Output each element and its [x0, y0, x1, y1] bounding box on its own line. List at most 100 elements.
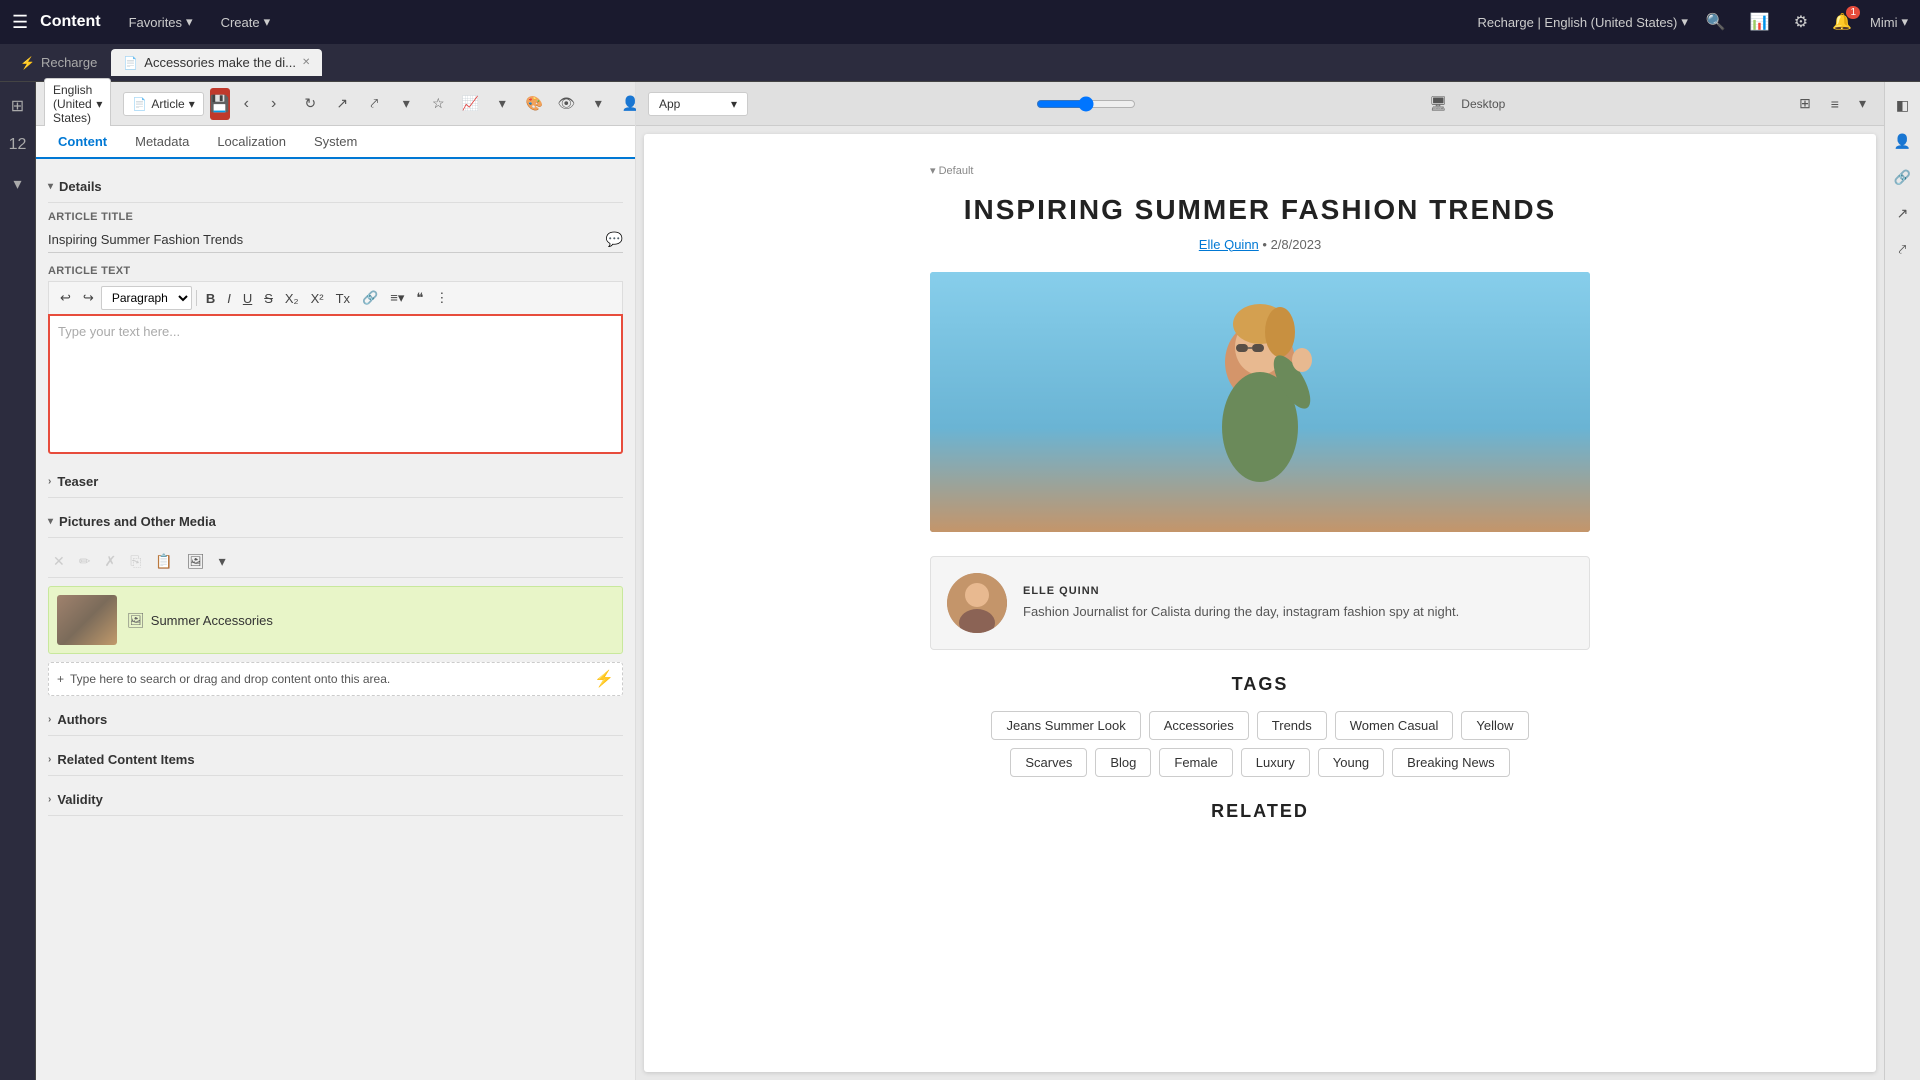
eye-icon[interactable]: 👁 [552, 90, 580, 118]
favorites-menu[interactable]: Favorites ▾ [121, 10, 201, 34]
preview-grid-icon[interactable]: ⊞ [1793, 91, 1817, 116]
tab-article-label: Accessories make the di... [144, 55, 296, 70]
tab-metadata[interactable]: Metadata [121, 126, 203, 159]
sidebar-chevron-icon[interactable]: ▾ [2, 168, 34, 200]
tag-young[interactable]: Young [1318, 748, 1384, 777]
next-arrow-button[interactable]: › [263, 91, 284, 117]
strikethrough-button[interactable]: S [259, 288, 278, 309]
tag-yellow[interactable]: Yellow [1461, 711, 1528, 740]
subscript-button[interactable]: X₂ [280, 288, 304, 309]
search-icon[interactable]: 🔍 [1700, 8, 1732, 36]
create-menu[interactable]: Create ▾ [213, 10, 279, 34]
media-type-icon: 🖼 [127, 612, 145, 629]
sidebar-grid-icon[interactable]: ⊞ [2, 90, 34, 122]
media-delete-button[interactable]: ✕ [48, 550, 70, 573]
authors-section-label: Authors [57, 712, 107, 727]
preview-hero-bg [930, 272, 1590, 532]
media-thumbnail [57, 595, 117, 645]
side-panel-icon-2[interactable]: 👤 [1888, 126, 1918, 156]
tag-women-casual[interactable]: Women Casual [1335, 711, 1454, 740]
collapse-arrow[interactable]: ▾ [930, 165, 936, 177]
side-panel-icon-1[interactable]: ◧ [1888, 90, 1918, 120]
tag-scarves[interactable]: Scarves [1010, 748, 1087, 777]
related-section-header[interactable]: › Related Content Items [48, 744, 623, 776]
tags-title: TAGS [930, 674, 1590, 695]
share-icon[interactable]: ⤤ [360, 90, 388, 118]
side-panel-icon-5[interactable]: ⤤ [1888, 234, 1918, 264]
site-selector[interactable]: Recharge | English (United States) ▾ [1477, 14, 1687, 30]
star-icon[interactable]: ☆ [424, 90, 452, 118]
zoom-slider[interactable] [1036, 96, 1136, 112]
app-title: Content [40, 13, 100, 31]
side-panel-icon-3[interactable]: 🔗 [1888, 162, 1918, 192]
underline-button[interactable]: U [238, 288, 257, 309]
teaser-section-header[interactable]: › Teaser [48, 466, 623, 498]
article-text-editor[interactable]: Type your text here... [48, 314, 623, 454]
quote-button[interactable]: ❝ [411, 287, 428, 309]
tag-luxury[interactable]: Luxury [1241, 748, 1310, 777]
save-button[interactable]: 💾 [210, 88, 230, 120]
user-menu[interactable]: Mimi ▾ [1870, 14, 1908, 30]
chart-icon[interactable]: 📈 [456, 90, 484, 118]
article-type-selector[interactable]: 📄 Article ▾ [123, 92, 203, 116]
link-button[interactable]: 🔗 [357, 287, 383, 309]
tag-blog[interactable]: Blog [1095, 748, 1151, 777]
comment-icon[interactable]: 💬 [606, 231, 623, 248]
tag-breaking-news[interactable]: Breaking News [1392, 748, 1509, 777]
analytics-icon[interactable]: 📊 [1744, 8, 1776, 36]
author-card-bio: Fashion Journalist for Calista during th… [1023, 603, 1573, 621]
details-section-header[interactable]: ▾ Details [48, 171, 623, 203]
editor-toolbar: English (United States) ▾ 📄 Article ▾ 💾 … [36, 82, 635, 126]
sidebar-number-icon[interactable]: 12 [2, 130, 34, 160]
export-icon[interactable]: ↗ [328, 90, 356, 118]
preview-author-link[interactable]: Elle Quinn [1199, 237, 1259, 252]
undo-button[interactable]: ↩ [55, 287, 76, 309]
refresh-icon[interactable]: ↻ [296, 90, 324, 118]
media-copy-button[interactable]: ⎘ [125, 550, 146, 573]
media-image-button[interactable]: 🖼 [182, 550, 210, 573]
media-section-header[interactable]: ▾ Pictures and Other Media [48, 506, 623, 538]
add-content-area[interactable]: + Type here to search or drag and drop c… [48, 662, 623, 696]
tag-trends[interactable]: Trends [1257, 711, 1327, 740]
chart-chevron-icon[interactable]: ▾ [488, 90, 516, 118]
side-panel-icon-4[interactable]: ↗ [1888, 198, 1918, 228]
language-selector[interactable]: English (United States) ▾ [44, 78, 111, 130]
content-area: ⊞ 12 ▾ English (United States) ▾ 📄 Artic… [0, 82, 1920, 1080]
clear-format-button[interactable]: Tx [331, 288, 355, 309]
media-paste-button[interactable]: 📋 [150, 550, 177, 573]
media-remove-button[interactable]: ✗ [99, 550, 121, 573]
top-nav: ☰ Content Favorites ▾ Create ▾ Recharge … [0, 0, 1920, 44]
italic-button[interactable]: I [222, 288, 236, 309]
view-selector[interactable]: App ▾ [648, 92, 748, 116]
color-icon[interactable]: 🎨 [520, 90, 548, 118]
tab-system[interactable]: System [300, 126, 371, 159]
tab-recharge[interactable]: ⚡ Recharge [8, 49, 109, 76]
preview-device-icon[interactable]: 🖥 [1424, 91, 1454, 116]
tab-close-icon[interactable]: ✕ [302, 57, 310, 68]
menu-icon[interactable]: ☰ [12, 12, 28, 33]
settings-icon[interactable]: ⚙ [1788, 8, 1814, 36]
authors-section-header[interactable]: › Authors [48, 704, 623, 736]
validity-section-header[interactable]: › Validity [48, 784, 623, 816]
tag-female[interactable]: Female [1159, 748, 1232, 777]
bold-button[interactable]: B [201, 288, 220, 309]
eye-chevron-icon[interactable]: ▾ [584, 90, 612, 118]
superscript-button[interactable]: X² [306, 288, 329, 309]
media-more-button[interactable]: ▾ [214, 550, 231, 573]
preview-chevron-icon[interactable]: ▾ [1853, 91, 1872, 116]
paragraph-select[interactable]: Paragraph [101, 286, 192, 310]
tab-article[interactable]: 📄 Accessories make the di... ✕ [111, 49, 322, 76]
share-chevron-icon[interactable]: ▾ [392, 90, 420, 118]
redo-button[interactable]: ↪ [78, 287, 99, 309]
prev-arrow-button[interactable]: ‹ [236, 91, 257, 117]
more-button[interactable]: ⋮ [430, 287, 453, 309]
media-edit-button[interactable]: ✏ [74, 550, 96, 573]
tag-jeans-summer-look[interactable]: Jeans Summer Look [991, 711, 1140, 740]
preview-list-icon[interactable]: ≡ [1825, 92, 1845, 116]
tab-content[interactable]: Content [44, 126, 121, 159]
notifications-icon[interactable]: 🔔 1 [1826, 8, 1858, 36]
tag-accessories[interactable]: Accessories [1149, 711, 1249, 740]
tab-localization[interactable]: Localization [203, 126, 300, 159]
toolbar-divider [196, 290, 197, 306]
align-button[interactable]: ≡▾ [385, 287, 409, 309]
